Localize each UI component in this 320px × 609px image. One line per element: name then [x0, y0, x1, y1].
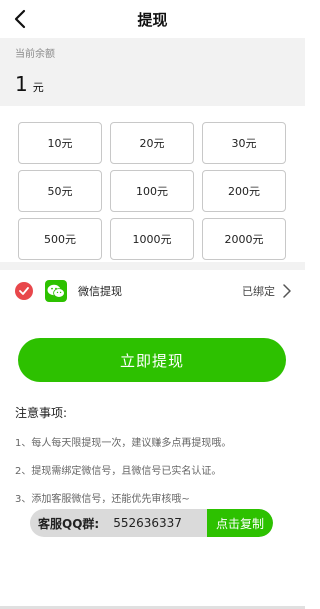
- balance-label: 当前余额: [15, 49, 55, 60]
- amount-option-10[interactable]: 10元: [18, 122, 102, 164]
- qq-group-number: 552636337: [113, 516, 182, 530]
- amount-option-20[interactable]: 20元: [110, 122, 194, 164]
- amount-option-200[interactable]: 200元: [202, 170, 286, 212]
- note-item: 2、提现需绑定微信号，且微信号已实名认证。: [15, 466, 222, 477]
- bind-status: 已绑定: [242, 285, 275, 298]
- section-divider: [0, 262, 305, 270]
- page-title: 提现: [137, 10, 168, 29]
- amount-option-50[interactable]: 50元: [18, 170, 102, 212]
- amount-option-30[interactable]: 30元: [202, 122, 286, 164]
- chevron-left-icon: [14, 9, 26, 29]
- notes-section: 注意事项: 1、每人每天限提现一次，建议赚多点再提现哦。 2、提现需绑定微信号，…: [15, 404, 295, 518]
- wechat-icon: [45, 280, 67, 302]
- balance-unit: 元: [32, 81, 44, 94]
- note-item: 3、添加客服微信号，还能优先审核哦~: [15, 494, 190, 505]
- wechat-withdraw-method[interactable]: 微信提现 已绑定: [0, 270, 305, 312]
- chevron-right-icon: [283, 284, 291, 298]
- copy-button[interactable]: 点击复制: [207, 509, 273, 537]
- amount-option-100[interactable]: 100元: [110, 170, 194, 212]
- withdraw-button[interactable]: 立即提现: [18, 338, 286, 382]
- amount-option-1000[interactable]: 1000元: [110, 218, 194, 260]
- notes-title: 注意事项:: [15, 406, 68, 420]
- qq-group-bar: 客服QQ群: 552636337 点击复制: [30, 509, 273, 537]
- back-button[interactable]: [10, 7, 30, 31]
- method-label: 微信提现: [78, 285, 122, 298]
- note-item: 1、每人每天限提现一次，建议赚多点再提现哦。: [15, 438, 232, 449]
- qq-group-label: 客服QQ群:: [38, 516, 100, 531]
- balance-row: 1 元: [15, 72, 290, 96]
- amount-grid-panel: 10元 20元 30元 50元 100元 200元 500元 1000元 200…: [0, 106, 305, 262]
- amount-option-500[interactable]: 500元: [18, 218, 102, 260]
- amount-grid: 10元 20元 30元 50元 100元 200元 500元 1000元 200…: [18, 122, 287, 260]
- balance-value: 1: [15, 72, 28, 96]
- balance-panel: 当前余额 1 元: [0, 38, 305, 106]
- amount-option-2000[interactable]: 2000元: [202, 218, 286, 260]
- header-bar: 提现: [0, 0, 305, 38]
- check-circle-icon[interactable]: [15, 282, 33, 300]
